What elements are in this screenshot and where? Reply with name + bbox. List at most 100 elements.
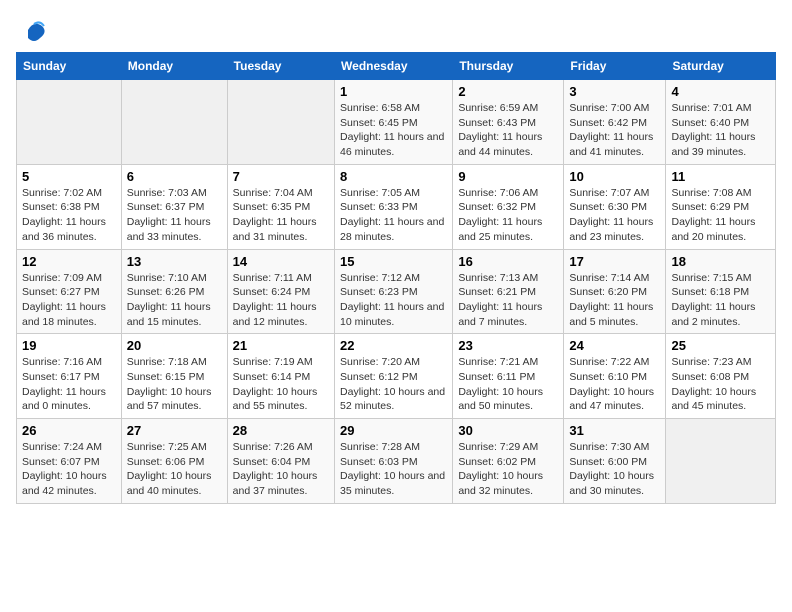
day-info: Sunrise: 6:58 AM Sunset: 6:45 PM Dayligh… — [340, 101, 447, 160]
day-info: Sunrise: 7:24 AM Sunset: 6:07 PM Dayligh… — [22, 440, 116, 499]
day-number: 12 — [22, 254, 116, 269]
day-cell: 4 Sunrise: 7:01 AM Sunset: 6:40 PM Daylig… — [666, 80, 776, 165]
day-cell: 9 Sunrise: 7:06 AM Sunset: 6:32 PM Daylig… — [453, 164, 564, 249]
day-number: 28 — [233, 423, 329, 438]
day-info: Sunrise: 7:00 AM Sunset: 6:42 PM Dayligh… — [569, 101, 660, 160]
day-number: 10 — [569, 169, 660, 184]
col-header-thursday: Thursday — [453, 53, 564, 80]
day-info: Sunrise: 7:07 AM Sunset: 6:30 PM Dayligh… — [569, 186, 660, 245]
day-info: Sunrise: 7:03 AM Sunset: 6:37 PM Dayligh… — [127, 186, 222, 245]
day-info: Sunrise: 7:28 AM Sunset: 6:03 PM Dayligh… — [340, 440, 447, 499]
day-info: Sunrise: 7:10 AM Sunset: 6:26 PM Dayligh… — [127, 271, 222, 330]
day-info: Sunrise: 7:22 AM Sunset: 6:10 PM Dayligh… — [569, 355, 660, 414]
day-cell: 31 Sunrise: 7:30 AM Sunset: 6:00 PM Dayli… — [564, 419, 666, 504]
day-number: 1 — [340, 84, 447, 99]
calendar-header-row: SundayMondayTuesdayWednesdayThursdayFrid… — [17, 53, 776, 80]
day-cell: 28 Sunrise: 7:26 AM Sunset: 6:04 PM Dayli… — [227, 419, 334, 504]
day-number: 4 — [671, 84, 770, 99]
day-cell — [227, 80, 334, 165]
day-number: 23 — [458, 338, 558, 353]
day-cell: 29 Sunrise: 7:28 AM Sunset: 6:03 PM Dayli… — [335, 419, 453, 504]
day-info: Sunrise: 7:18 AM Sunset: 6:15 PM Dayligh… — [127, 355, 222, 414]
day-number: 20 — [127, 338, 222, 353]
day-cell: 1 Sunrise: 6:58 AM Sunset: 6:45 PM Daylig… — [335, 80, 453, 165]
day-cell: 23 Sunrise: 7:21 AM Sunset: 6:11 PM Dayli… — [453, 334, 564, 419]
day-number: 26 — [22, 423, 116, 438]
day-info: Sunrise: 7:06 AM Sunset: 6:32 PM Dayligh… — [458, 186, 558, 245]
day-number: 30 — [458, 423, 558, 438]
day-cell: 15 Sunrise: 7:12 AM Sunset: 6:23 PM Dayli… — [335, 249, 453, 334]
day-info: Sunrise: 7:26 AM Sunset: 6:04 PM Dayligh… — [233, 440, 329, 499]
day-number: 14 — [233, 254, 329, 269]
day-info: Sunrise: 7:04 AM Sunset: 6:35 PM Dayligh… — [233, 186, 329, 245]
week-row-1: 1 Sunrise: 6:58 AM Sunset: 6:45 PM Daylig… — [17, 80, 776, 165]
day-info: Sunrise: 7:14 AM Sunset: 6:20 PM Dayligh… — [569, 271, 660, 330]
col-header-tuesday: Tuesday — [227, 53, 334, 80]
day-number: 16 — [458, 254, 558, 269]
day-info: Sunrise: 7:05 AM Sunset: 6:33 PM Dayligh… — [340, 186, 447, 245]
day-number: 24 — [569, 338, 660, 353]
col-header-sunday: Sunday — [17, 53, 122, 80]
day-cell: 27Sunrise: 7:25 AM Sunset: 6:06 PM Dayli… — [121, 419, 227, 504]
day-cell — [121, 80, 227, 165]
day-info: Sunrise: 7:21 AM Sunset: 6:11 PM Dayligh… — [458, 355, 558, 414]
day-number: 19 — [22, 338, 116, 353]
day-number: 18 — [671, 254, 770, 269]
day-info: Sunrise: 7:25 AM Sunset: 6:06 PM Dayligh… — [127, 440, 222, 499]
day-cell: 25 Sunrise: 7:23 AM Sunset: 6:08 PM Dayli… — [666, 334, 776, 419]
day-cell: 26 Sunrise: 7:24 AM Sunset: 6:07 PM Dayli… — [17, 419, 122, 504]
day-cell: 17 Sunrise: 7:14 AM Sunset: 6:20 PM Dayli… — [564, 249, 666, 334]
day-cell: 8 Sunrise: 7:05 AM Sunset: 6:33 PM Daylig… — [335, 164, 453, 249]
day-info: Sunrise: 7:19 AM Sunset: 6:14 PM Dayligh… — [233, 355, 329, 414]
day-cell: 20 Sunrise: 7:18 AM Sunset: 6:15 PM Dayli… — [121, 334, 227, 419]
day-cell: 18Sunrise: 7:15 AM Sunset: 6:18 PM Dayli… — [666, 249, 776, 334]
day-number: 25 — [671, 338, 770, 353]
day-number: 22 — [340, 338, 447, 353]
logo — [16, 16, 44, 40]
day-info: Sunrise: 7:20 AM Sunset: 6:12 PM Dayligh… — [340, 355, 447, 414]
day-cell: 2 Sunrise: 6:59 AM Sunset: 6:43 PM Daylig… — [453, 80, 564, 165]
day-cell: 5 Sunrise: 7:02 AM Sunset: 6:38 PM Daylig… — [17, 164, 122, 249]
day-number: 7 — [233, 169, 329, 184]
day-cell: 24 Sunrise: 7:22 AM Sunset: 6:10 PM Dayli… — [564, 334, 666, 419]
day-info: Sunrise: 7:13 AM Sunset: 6:21 PM Dayligh… — [458, 271, 558, 330]
day-number: 8 — [340, 169, 447, 184]
page-header — [16, 16, 776, 40]
day-cell: 11 Sunrise: 7:08 AM Sunset: 6:29 PM Dayli… — [666, 164, 776, 249]
day-cell: 13 Sunrise: 7:10 AM Sunset: 6:26 PM Dayli… — [121, 249, 227, 334]
col-header-wednesday: Wednesday — [335, 53, 453, 80]
day-number: 5 — [22, 169, 116, 184]
day-number: 11 — [671, 169, 770, 184]
day-info: Sunrise: 7:30 AM Sunset: 6:00 PM Dayligh… — [569, 440, 660, 499]
day-info: Sunrise: 7:09 AM Sunset: 6:27 PM Dayligh… — [22, 271, 116, 330]
day-cell: 19Sunrise: 7:16 AM Sunset: 6:17 PM Dayli… — [17, 334, 122, 419]
day-number: 29 — [340, 423, 447, 438]
day-number: 3 — [569, 84, 660, 99]
day-cell: 22 Sunrise: 7:20 AM Sunset: 6:12 PM Dayli… — [335, 334, 453, 419]
day-cell: 21Sunrise: 7:19 AM Sunset: 6:14 PM Dayli… — [227, 334, 334, 419]
day-cell: 12 Sunrise: 7:09 AM Sunset: 6:27 PM Dayli… — [17, 249, 122, 334]
day-number: 2 — [458, 84, 558, 99]
week-row-2: 5 Sunrise: 7:02 AM Sunset: 6:38 PM Daylig… — [17, 164, 776, 249]
day-info: Sunrise: 7:08 AM Sunset: 6:29 PM Dayligh… — [671, 186, 770, 245]
day-info: Sunrise: 7:12 AM Sunset: 6:23 PM Dayligh… — [340, 271, 447, 330]
day-cell: 3 Sunrise: 7:00 AM Sunset: 6:42 PM Daylig… — [564, 80, 666, 165]
day-number: 15 — [340, 254, 447, 269]
day-cell: 10 Sunrise: 7:07 AM Sunset: 6:30 PM Dayli… — [564, 164, 666, 249]
day-info: Sunrise: 7:02 AM Sunset: 6:38 PM Dayligh… — [22, 186, 116, 245]
day-cell — [666, 419, 776, 504]
day-info: Sunrise: 7:01 AM Sunset: 6:40 PM Dayligh… — [671, 101, 770, 160]
day-info: Sunrise: 7:23 AM Sunset: 6:08 PM Dayligh… — [671, 355, 770, 414]
day-cell: 30 Sunrise: 7:29 AM Sunset: 6:02 PM Dayli… — [453, 419, 564, 504]
day-cell: 7 Sunrise: 7:04 AM Sunset: 6:35 PM Daylig… — [227, 164, 334, 249]
col-header-monday: Monday — [121, 53, 227, 80]
day-cell — [17, 80, 122, 165]
day-info: Sunrise: 6:59 AM Sunset: 6:43 PM Dayligh… — [458, 101, 558, 160]
day-info: Sunrise: 7:29 AM Sunset: 6:02 PM Dayligh… — [458, 440, 558, 499]
col-header-saturday: Saturday — [666, 53, 776, 80]
day-number: 17 — [569, 254, 660, 269]
day-number: 9 — [458, 169, 558, 184]
day-info: Sunrise: 7:11 AM Sunset: 6:24 PM Dayligh… — [233, 271, 329, 330]
day-number: 31 — [569, 423, 660, 438]
day-number: 13 — [127, 254, 222, 269]
